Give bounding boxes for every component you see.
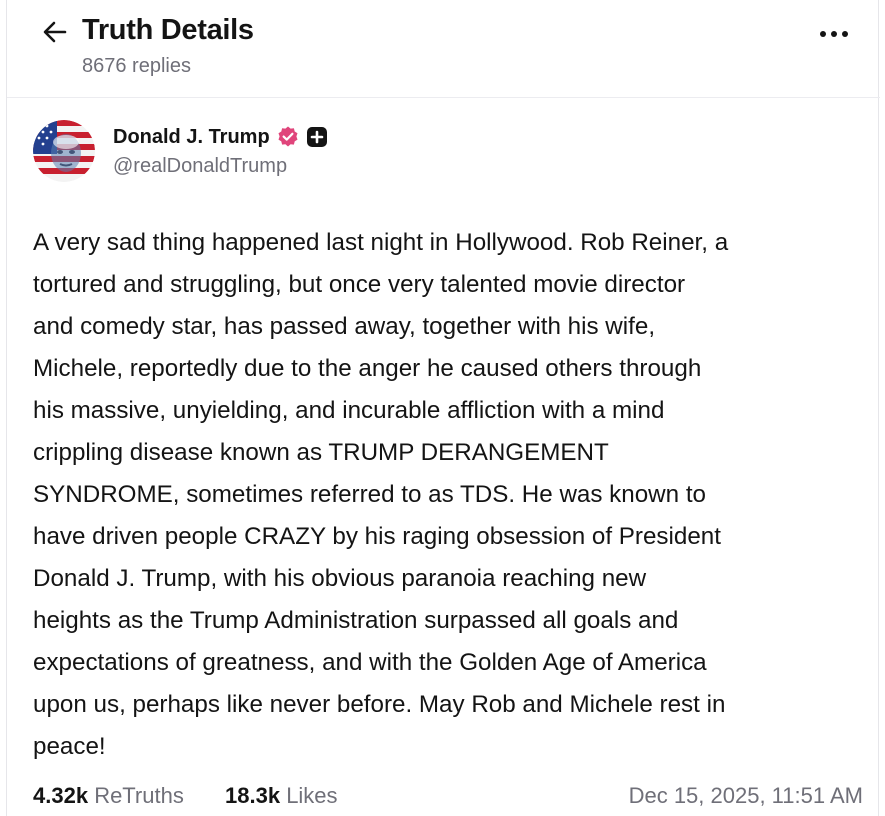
post-text: A very sad thing happened last night in … (33, 229, 729, 760)
author-name-row: Donald J. Trump (113, 122, 328, 152)
retruths-stat[interactable]: 4.32k ReTruths (33, 778, 184, 814)
likes-label: Likes (286, 783, 338, 808)
author-handle[interactable]: @realDonaldTrump (113, 155, 287, 178)
likes-count: 18.3k (225, 783, 281, 808)
truth-details-panel: Truth Details 8676 replies Donald J. Tru… (6, 0, 880, 816)
retruths-count: 4.32k (33, 783, 89, 808)
post-timestamp: Dec 15, 2025, 11:51 AM (628, 783, 863, 808)
post-footer: 4.32k ReTruths 18.3k Likes Dec 15, 2025,… (33, 778, 863, 814)
replies-count: 8676 replies (82, 55, 191, 77)
plus-badge-icon (306, 127, 327, 147)
author-display-name[interactable]: Donald J. Trump (113, 126, 270, 149)
page-title: Truth Details (82, 14, 254, 46)
likes-stat[interactable]: 18.3k Likes (225, 778, 338, 814)
arrow-left-icon (43, 21, 67, 43)
header-divider (7, 97, 880, 98)
verified-badge-icon (278, 126, 298, 147)
more-horizontal-icon (820, 31, 848, 37)
more-options-button[interactable] (816, 20, 852, 48)
retruths-label: ReTruths (94, 783, 184, 808)
back-button[interactable] (37, 14, 73, 50)
page-header: Truth Details 8676 replies (7, 0, 880, 96)
avatar[interactable] (33, 120, 95, 182)
